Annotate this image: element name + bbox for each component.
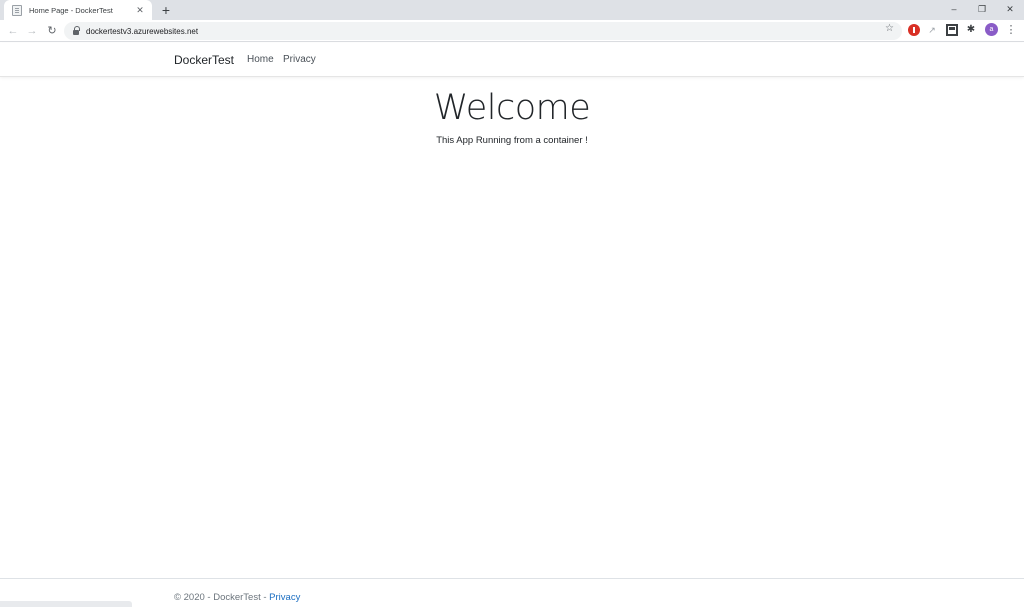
link-extension-icon[interactable]: ↗ <box>926 24 938 36</box>
nav-link-home[interactable]: Home <box>247 54 274 65</box>
forward-button[interactable]: → <box>24 23 40 39</box>
page-tagline: This App Running from a container ! <box>436 135 588 146</box>
reload-button[interactable]: ↻ <box>44 23 60 39</box>
browser-tab[interactable]: Home Page - DockerTest ✕ <box>4 0 152 20</box>
restore-button[interactable]: ❐ <box>968 0 996 20</box>
footer-copyright: © 2020 - DockerTest - <box>174 592 270 603</box>
status-bar <box>0 601 132 607</box>
minimize-button[interactable]: – <box>940 0 968 20</box>
page-title: Welcome <box>433 88 591 128</box>
back-button[interactable]: ← <box>5 23 21 39</box>
nav-link-privacy[interactable]: Privacy <box>283 54 316 65</box>
brand-link[interactable]: DockerTest <box>174 53 234 67</box>
profile-avatar[interactable]: a <box>985 23 998 36</box>
lock-icon <box>73 26 80 35</box>
site-navbar: DockerTest Home Privacy <box>0 43 1024 77</box>
star-icon[interactable]: ☆ <box>885 23 894 34</box>
footer-text: © 2020 - DockerTest - Privacy <box>174 592 300 603</box>
save-extension-icon[interactable] <box>946 24 958 36</box>
extension-red-icon[interactable] <box>908 24 920 36</box>
close-window-button[interactable]: ✕ <box>996 0 1024 20</box>
page-icon <box>12 4 22 16</box>
browser-menu-icon[interactable]: ⋮ <box>1005 24 1017 36</box>
tab-strip: Home Page - DockerTest ✕ + – ❐ ✕ <box>0 0 1024 20</box>
extensions-puzzle-icon[interactable]: ✱ <box>965 24 977 36</box>
browser-toolbar: ← → ↻ dockertestv3.azurewebsites.net ☆ ↗… <box>0 20 1024 42</box>
tab-title: Home Page - DockerTest <box>29 5 113 15</box>
address-bar[interactable]: dockertestv3.azurewebsites.net ☆ <box>64 22 902 40</box>
url-text: dockertestv3.azurewebsites.net <box>86 26 199 36</box>
site-footer: © 2020 - DockerTest - Privacy <box>0 578 1024 607</box>
new-tab-button[interactable]: + <box>158 2 174 18</box>
footer-privacy-link[interactable]: Privacy <box>269 592 300 603</box>
close-tab-icon[interactable]: ✕ <box>134 4 146 16</box>
